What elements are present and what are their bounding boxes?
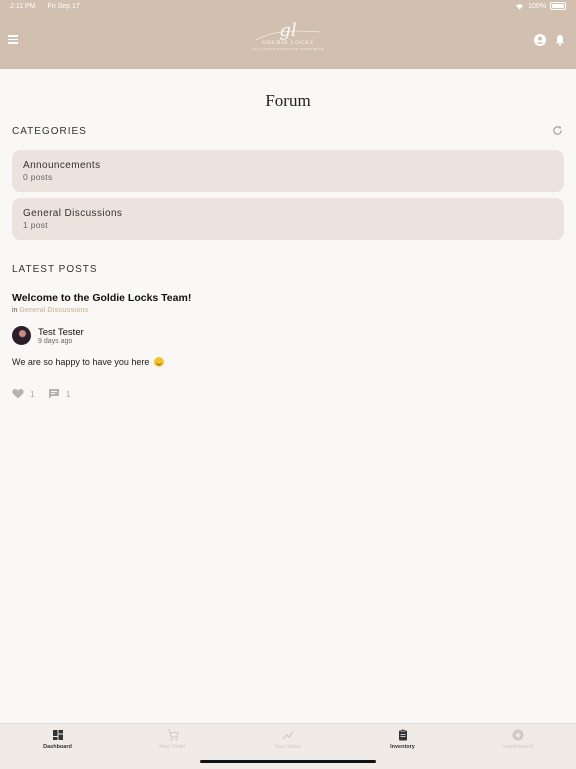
post-title[interactable]: Welcome to the Goldie Locks Team! (12, 292, 191, 304)
category-name: Announcements (23, 160, 101, 171)
battery-icon (550, 2, 566, 10)
logo-mark: gl (279, 20, 297, 41)
refresh-icon[interactable] (552, 125, 563, 136)
category-card-general-discussions[interactable]: General Discussions 1 post (12, 198, 564, 240)
clipboard-icon (398, 729, 407, 741)
tab-new-order[interactable]: New Order (115, 729, 230, 750)
category-card-announcements[interactable]: Announcements 0 posts (12, 150, 564, 192)
bell-icon[interactable] (554, 34, 566, 46)
post-category-link[interactable]: General Discussions (19, 307, 88, 314)
hamburger-menu-icon[interactable] (8, 35, 18, 46)
post-actions: 1 1 (12, 388, 83, 399)
status-bar: 2:11 PM Fri Sep 17 100% (0, 0, 576, 14)
comment-icon (48, 389, 59, 399)
latest-posts-heading: LATEST POSTS (12, 264, 98, 275)
post-body-text: We are so happy to have you here (12, 357, 150, 367)
tab-inventory[interactable]: Inventory (345, 729, 460, 750)
post-in-prefix: in (12, 307, 18, 314)
app-header: 2:11 PM Fri Sep 17 100% gl GOLDIE LOCKS … (0, 0, 576, 69)
status-time: 2:11 PM (10, 3, 36, 10)
comment-count: 1 (65, 388, 71, 399)
account-icon[interactable] (534, 34, 546, 46)
star-badge-icon (512, 729, 523, 741)
tab-label: Dashboard (43, 744, 72, 750)
post-timestamp: 9 days ago (38, 338, 73, 345)
comment-button[interactable]: 1 (48, 388, 71, 399)
category-post-count: 0 posts (23, 172, 53, 182)
dashboard-icon (52, 730, 63, 740)
page-title: Forum (265, 91, 311, 110)
cart-icon (167, 729, 179, 741)
categories-heading: CATEGORIES (12, 126, 87, 137)
post-body: We are so happy to have you here (12, 357, 164, 367)
battery-percent: 100% (528, 2, 546, 10)
tab-label: New Order (159, 744, 186, 750)
grimace-emoji-icon (153, 357, 164, 367)
tab-label: Inventory (390, 744, 415, 750)
home-indicator (200, 760, 376, 763)
tab-label: Your Sales (274, 744, 301, 750)
wifi-icon (516, 3, 524, 10)
chart-icon (282, 731, 293, 740)
tab-dashboard[interactable]: Dashboard (0, 729, 115, 750)
tab-label: Leaderboard (501, 744, 534, 750)
tab-leaderboard[interactable]: Leaderboard (460, 729, 575, 750)
tab-your-sales[interactable]: Your Sales (230, 729, 345, 750)
category-name: General Discussions (23, 208, 123, 219)
post-author[interactable]: Test Tester (38, 327, 84, 338)
post-category-line: in General Discussions (12, 307, 89, 314)
category-post-count: 1 post (23, 220, 48, 230)
like-count: 1 (30, 388, 35, 399)
heart-icon (12, 389, 24, 399)
status-date: Fri Sep 17 (47, 3, 80, 10)
goldie-locks-logo: gl GOLDIE LOCKS THE LUXURY EXTENSION EXP… (248, 22, 328, 60)
logo-subtitle: THE LUXURY EXTENSION EXPERIENCE (251, 47, 325, 51)
avatar[interactable] (12, 326, 31, 345)
like-button[interactable]: 1 (12, 388, 35, 399)
